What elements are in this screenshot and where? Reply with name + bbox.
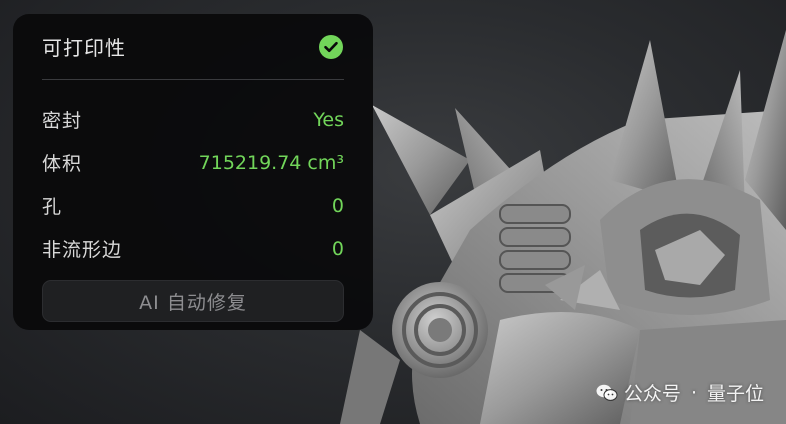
stat-label: 非流形边 — [42, 239, 123, 261]
wechat-icon — [596, 384, 618, 402]
watermark-name: 量子位 — [706, 383, 764, 405]
stat-label: 密封 — [42, 110, 83, 132]
stat-label: 体积 — [42, 153, 83, 175]
stat-row-sealed: 密封 Yes — [42, 98, 344, 141]
stat-value: Yes — [313, 108, 344, 131]
stat-value: 715219.74 cm³ — [198, 151, 344, 174]
stat-value: 0 — [331, 237, 344, 260]
watermark: 公众号 · 量子位 — [596, 379, 764, 406]
watermark-separator: · — [690, 381, 697, 404]
stat-row-holes: 孔 0 — [42, 184, 344, 227]
stat-value: 0 — [331, 194, 344, 217]
panel-header: 可打印性 — [42, 14, 344, 80]
printability-stats: 密封 Yes 体积 715219.74 cm³ 孔 0 非流形边 0 — [42, 80, 344, 270]
stat-label: 孔 — [42, 196, 63, 218]
panel-title: 可打印性 — [42, 36, 126, 60]
stat-row-volume: 体积 715219.74 cm³ — [42, 141, 344, 184]
printability-panel: 可打印性 密封 Yes 体积 715219.74 cm³ 孔 0 非流形边 0 … — [13, 14, 373, 330]
watermark-account: 公众号 — [623, 383, 681, 405]
stat-row-non-manifold-edges: 非流形边 0 — [42, 227, 344, 270]
check-circle-icon — [318, 34, 344, 60]
ai-auto-fix-button[interactable]: AI 自动修复 — [42, 280, 344, 322]
